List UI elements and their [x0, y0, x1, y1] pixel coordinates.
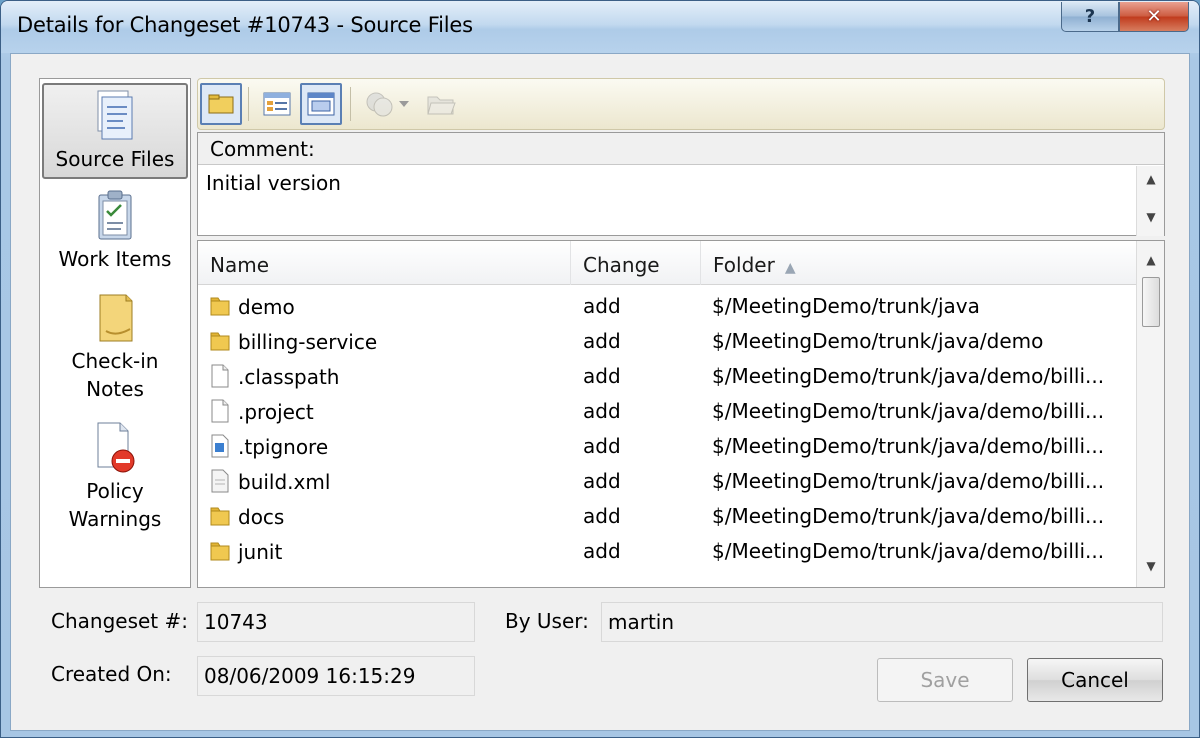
source-files-list: Name Change Folder ▲ demo add $/MeetingDe… [197, 240, 1165, 588]
nav-item-check-in-notes[interactable]: Check-in Notes [42, 291, 188, 407]
by-user-label: By User: [505, 609, 589, 633]
column-header-name[interactable]: Name [198, 241, 571, 285]
help-button[interactable]: ? [1061, 2, 1119, 32]
details-view-icon [263, 92, 291, 116]
table-row[interactable]: build.xml add $/MeetingDemo/trunk/java/d… [198, 464, 1138, 499]
changeset-details-window: Details for Changeset #10743 - Source Fi… [0, 0, 1200, 738]
list-view-icon [307, 92, 335, 116]
scroll-thumb[interactable] [1142, 277, 1160, 327]
dialog-client-area: Source Files Work Items Check-in Notes P… [10, 53, 1190, 731]
folder-icon [210, 542, 230, 561]
toolbar-separator [248, 87, 249, 121]
xml-file-icon [211, 469, 229, 493]
nav-item-source-files[interactable]: Source Files [42, 83, 188, 179]
special-file-icon [211, 434, 229, 458]
save-button[interactable]: Save [877, 658, 1013, 702]
compare-dropdown-button[interactable] [394, 83, 414, 125]
toolbar-separator [350, 87, 351, 121]
folder-view-button[interactable] [200, 83, 242, 125]
list-scrollbar[interactable]: ▲ ▼ [1136, 241, 1164, 587]
toolbar [197, 78, 1165, 130]
comment-label: Comment: [198, 133, 1164, 165]
table-row[interactable]: junit add $/MeetingDemo/trunk/java/demo/… [198, 534, 1138, 569]
source-files-icon [97, 90, 133, 140]
folder-icon [210, 297, 230, 316]
policy-warnings-icon [97, 422, 135, 473]
scroll-up-icon[interactable]: ▲ [1137, 253, 1164, 267]
comment-panel: Comment: Initial version ▲ ▼ [197, 132, 1165, 236]
title-bar[interactable]: Details for Changeset #10743 - Source Fi… [1, 1, 1199, 53]
nav-label-source-files: Source Files [55, 147, 175, 171]
scroll-up-icon[interactable]: ▲ [1137, 172, 1165, 186]
list-header: Name Change Folder ▲ [198, 241, 1138, 285]
table-row[interactable]: .project add $/MeetingDemo/trunk/java/de… [198, 394, 1138, 429]
nav-item-policy-warnings[interactable]: Policy Warnings [42, 421, 188, 537]
nav-item-work-items[interactable]: Work Items [42, 189, 188, 277]
column-header-folder[interactable]: Folder ▲ [701, 241, 1138, 285]
table-row[interactable]: demo add $/MeetingDemo/trunk/java [198, 289, 1138, 324]
scroll-down-icon[interactable]: ▼ [1137, 210, 1165, 224]
close-button[interactable]: ✕ [1119, 2, 1189, 32]
open-folder-button[interactable] [420, 83, 462, 125]
channel-nav: Source Files Work Items Check-in Notes P… [39, 78, 191, 588]
sort-ascending-icon: ▲ [784, 260, 796, 276]
changeset-value[interactable]: 10743 [197, 602, 475, 642]
created-on-value[interactable]: 08/06/2009 16:15:29 [197, 656, 475, 696]
nav-label-policy-warnings: Policy Warnings [68, 479, 162, 531]
nav-label-work-items: Work Items [58, 247, 172, 271]
list-view-button[interactable] [300, 83, 342, 125]
details-view-button[interactable] [256, 83, 298, 125]
dropdown-arrow-icon [399, 101, 409, 107]
comment-text[interactable]: Initial version [206, 171, 341, 195]
file-icon [211, 364, 229, 388]
table-row[interactable]: .classpath add $/MeetingDemo/trunk/java/… [198, 359, 1138, 394]
comment-scrollbar[interactable]: ▲ ▼ [1136, 166, 1164, 236]
table-row[interactable]: .tpignore add $/MeetingDemo/trunk/java/d… [198, 429, 1138, 464]
file-icon [211, 399, 229, 423]
work-items-icon [98, 190, 132, 240]
folder-icon [210, 332, 230, 351]
table-row[interactable]: billing-service add $/MeetingDemo/trunk/… [198, 324, 1138, 359]
table-row[interactable]: docs add $/MeetingDemo/trunk/java/demo/b… [198, 499, 1138, 534]
compare-icon [366, 92, 393, 117]
by-user-value[interactable]: martin [601, 602, 1163, 642]
window-title: Details for Changeset #10743 - Source Fi… [17, 13, 473, 37]
nav-label-check-in-notes: Check-in Notes [71, 349, 159, 401]
open-folder-icon [427, 96, 456, 115]
folder-icon [210, 507, 230, 526]
changeset-label: Changeset #: [51, 609, 188, 633]
folder-view-icon [208, 94, 234, 114]
scroll-down-icon[interactable]: ▼ [1137, 559, 1164, 573]
created-on-label: Created On: [51, 662, 172, 686]
column-header-change[interactable]: Change [571, 241, 701, 285]
cancel-button[interactable]: Cancel [1027, 658, 1163, 702]
check-in-notes-icon [99, 294, 133, 342]
